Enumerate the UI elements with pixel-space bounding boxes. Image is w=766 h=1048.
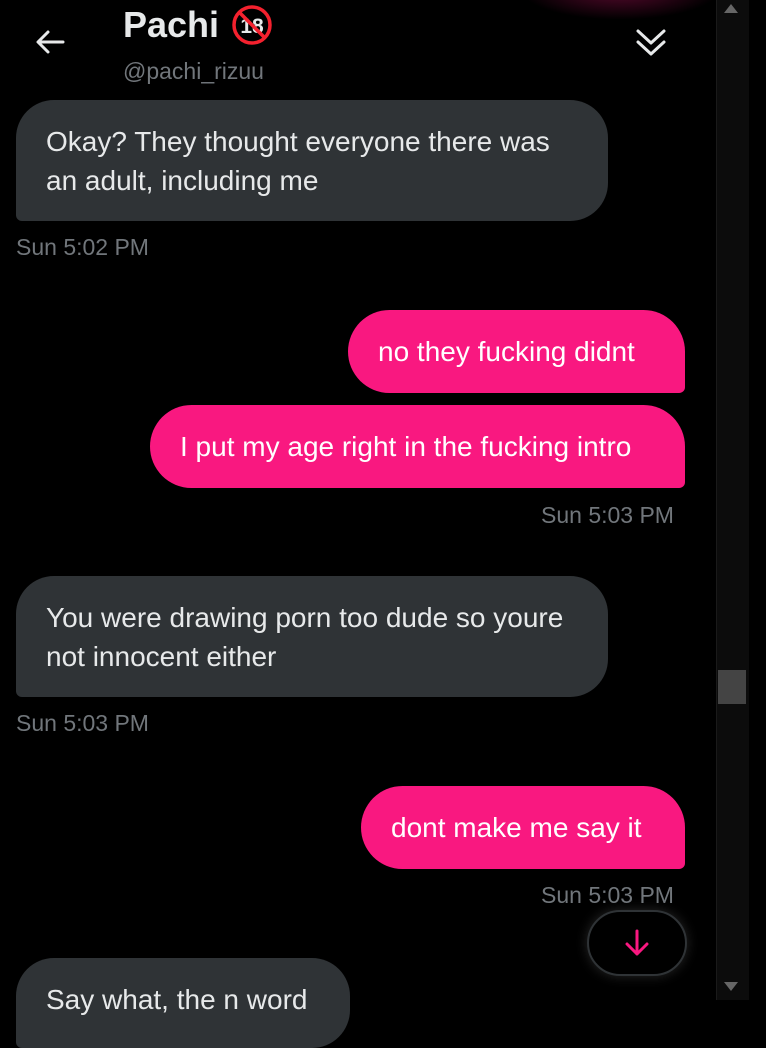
timestamp: Sun 5:03 PM — [541, 502, 674, 528]
message-outgoing[interactable]: no they fucking didnt — [348, 310, 685, 393]
contact-handle: @pachi_rizuu — [123, 58, 264, 84]
jump-to-latest-button[interactable] — [587, 910, 687, 976]
timestamp: Sun 5:03 PM — [541, 882, 674, 908]
scroll-down-icon[interactable] — [724, 982, 738, 991]
timestamp: Sun 5:03 PM — [16, 710, 149, 736]
message-incoming[interactable]: Say what, the n word — [16, 958, 350, 1048]
message-outgoing[interactable]: dont make me say it — [361, 786, 685, 869]
double-chevron-down-icon — [636, 29, 666, 56]
collapse-button[interactable] — [630, 22, 672, 64]
message-outgoing[interactable]: I put my age right in the fucking intro — [150, 405, 685, 488]
message-incoming[interactable]: You were drawing porn too dude so youre … — [16, 576, 608, 697]
timestamp: Sun 5:02 PM — [16, 234, 149, 260]
no-18-icon: 18 — [231, 4, 273, 46]
title-row[interactable]: Pachi 18 — [123, 4, 273, 46]
arrow-down-icon — [625, 929, 649, 956]
scrollbar-track[interactable] — [716, 0, 749, 1000]
back-button[interactable] — [30, 22, 70, 62]
message-incoming[interactable]: Okay? They thought everyone there was an… — [16, 100, 608, 221]
conversation-header: Pachi 18 @pachi_rizuu — [0, 0, 716, 100]
contact-name[interactable]: Pachi — [123, 4, 219, 46]
scroll-up-icon[interactable] — [724, 4, 738, 13]
scrollbar-thumb[interactable] — [718, 670, 746, 704]
back-arrow-icon — [36, 30, 65, 54]
